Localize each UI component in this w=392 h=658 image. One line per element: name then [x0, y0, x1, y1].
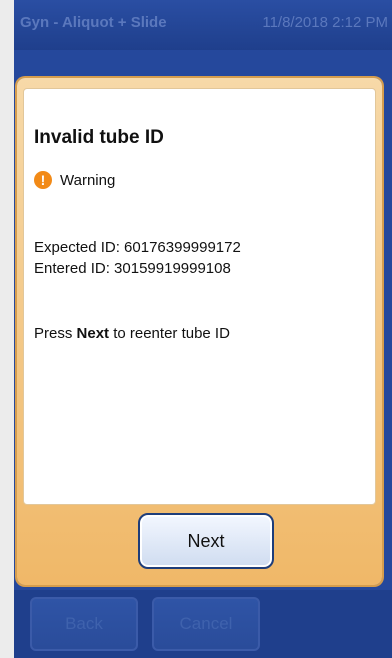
instruction-next-keyword: Next — [76, 325, 110, 342]
datetime-display: 11/8/2018 2:12 PM — [262, 14, 388, 31]
warning-row: ! Warning — [34, 171, 115, 189]
entered-id-value: 30159919999108 — [114, 260, 231, 277]
cancel-button: Cancel — [152, 597, 260, 651]
id-comparison: Expected ID: 60176399999172 Entered ID: … — [34, 237, 241, 279]
entered-id-label: Entered ID: — [34, 260, 115, 277]
back-button: Back — [30, 597, 138, 651]
instruction-suffix: to reenter tube ID — [109, 325, 230, 342]
dialog-title: Invalid tube ID — [34, 127, 164, 148]
entered-id-line: Entered ID: 30159919999108 — [34, 258, 241, 279]
invalid-tube-dialog: Invalid tube ID ! Warning Expected ID: 6… — [17, 78, 382, 585]
instruction-prefix: Press — [34, 325, 77, 342]
dialog-body: Invalid tube ID ! Warning Expected ID: 6… — [23, 88, 376, 505]
next-button[interactable]: Next — [138, 513, 274, 569]
expected-id-line: Expected ID: 60176399999172 — [34, 237, 241, 258]
warning-icon: ! — [34, 171, 52, 189]
warning-label: Warning — [60, 171, 116, 189]
expected-id-label: Expected ID: — [34, 239, 125, 256]
instruction-text: Press Next to reenter tube ID — [34, 325, 230, 342]
app-header: Gyn - Aliquot + Slide 11/8/2018 2:12 PM — [14, 0, 392, 50]
workflow-title: Gyn - Aliquot + Slide — [20, 14, 167, 31]
expected-id-value: 60176399999172 — [124, 239, 241, 256]
